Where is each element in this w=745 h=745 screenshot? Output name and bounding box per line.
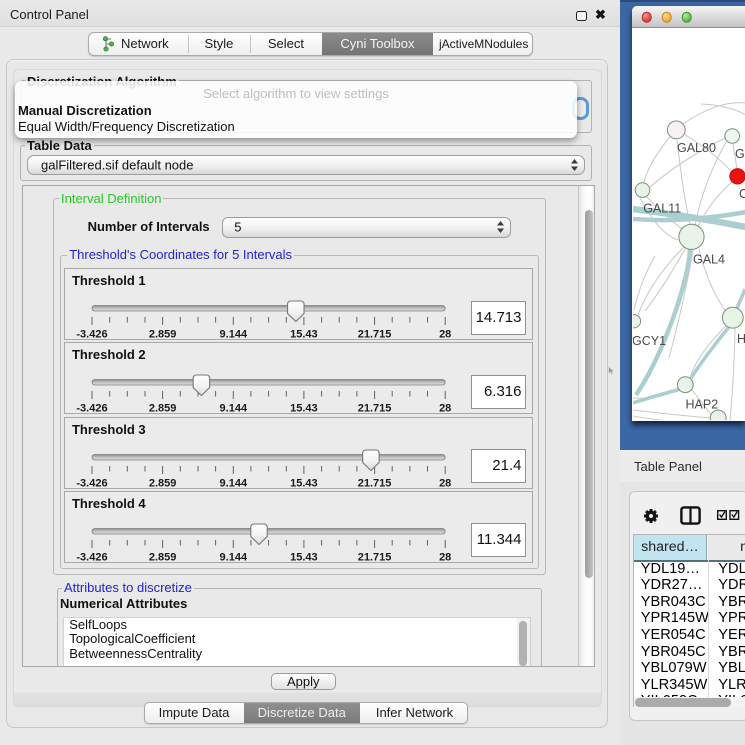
svg-text:GAL80: GAL80: [677, 141, 716, 155]
svg-text:C: C: [739, 187, 745, 201]
svg-text:2.859: 2.859: [149, 477, 177, 489]
svg-text:9.144: 9.144: [220, 403, 248, 415]
svg-text:2.859: 2.859: [149, 551, 177, 563]
svg-text:GCY1: GCY1: [633, 334, 666, 348]
svg-text:28: 28: [439, 551, 451, 563]
svg-text:21.715: 21.715: [358, 477, 392, 489]
svg-text:28: 28: [439, 403, 451, 415]
svg-text:-3.426: -3.426: [76, 329, 107, 341]
svg-text:15.43: 15.43: [290, 477, 318, 489]
svg-text:15.43: 15.43: [290, 403, 318, 415]
svg-text:21.715: 21.715: [358, 403, 392, 415]
svg-text:H: H: [737, 332, 745, 346]
svg-text:2.859: 2.859: [149, 329, 177, 341]
svg-text:15.43: 15.43: [290, 551, 318, 563]
svg-text:HAP2: HAP2: [685, 398, 718, 412]
svg-text:2.859: 2.859: [149, 403, 177, 415]
svg-text:28: 28: [439, 477, 451, 489]
svg-text:GAL4: GAL4: [693, 252, 725, 266]
svg-text:GAL11: GAL11: [643, 202, 681, 216]
svg-text:9.144: 9.144: [220, 551, 248, 563]
svg-text:-3.426: -3.426: [76, 403, 107, 415]
svg-text:21.715: 21.715: [358, 329, 392, 341]
svg-text:15.43: 15.43: [290, 329, 318, 341]
svg-text:G.: G.: [735, 147, 745, 161]
svg-text:9.144: 9.144: [220, 477, 248, 489]
svg-text:21.715: 21.715: [358, 551, 392, 563]
svg-text:9.144: 9.144: [220, 329, 248, 341]
svg-text:-3.426: -3.426: [76, 477, 107, 489]
svg-text:-3.426: -3.426: [76, 551, 107, 563]
svg-text:28: 28: [439, 329, 451, 341]
